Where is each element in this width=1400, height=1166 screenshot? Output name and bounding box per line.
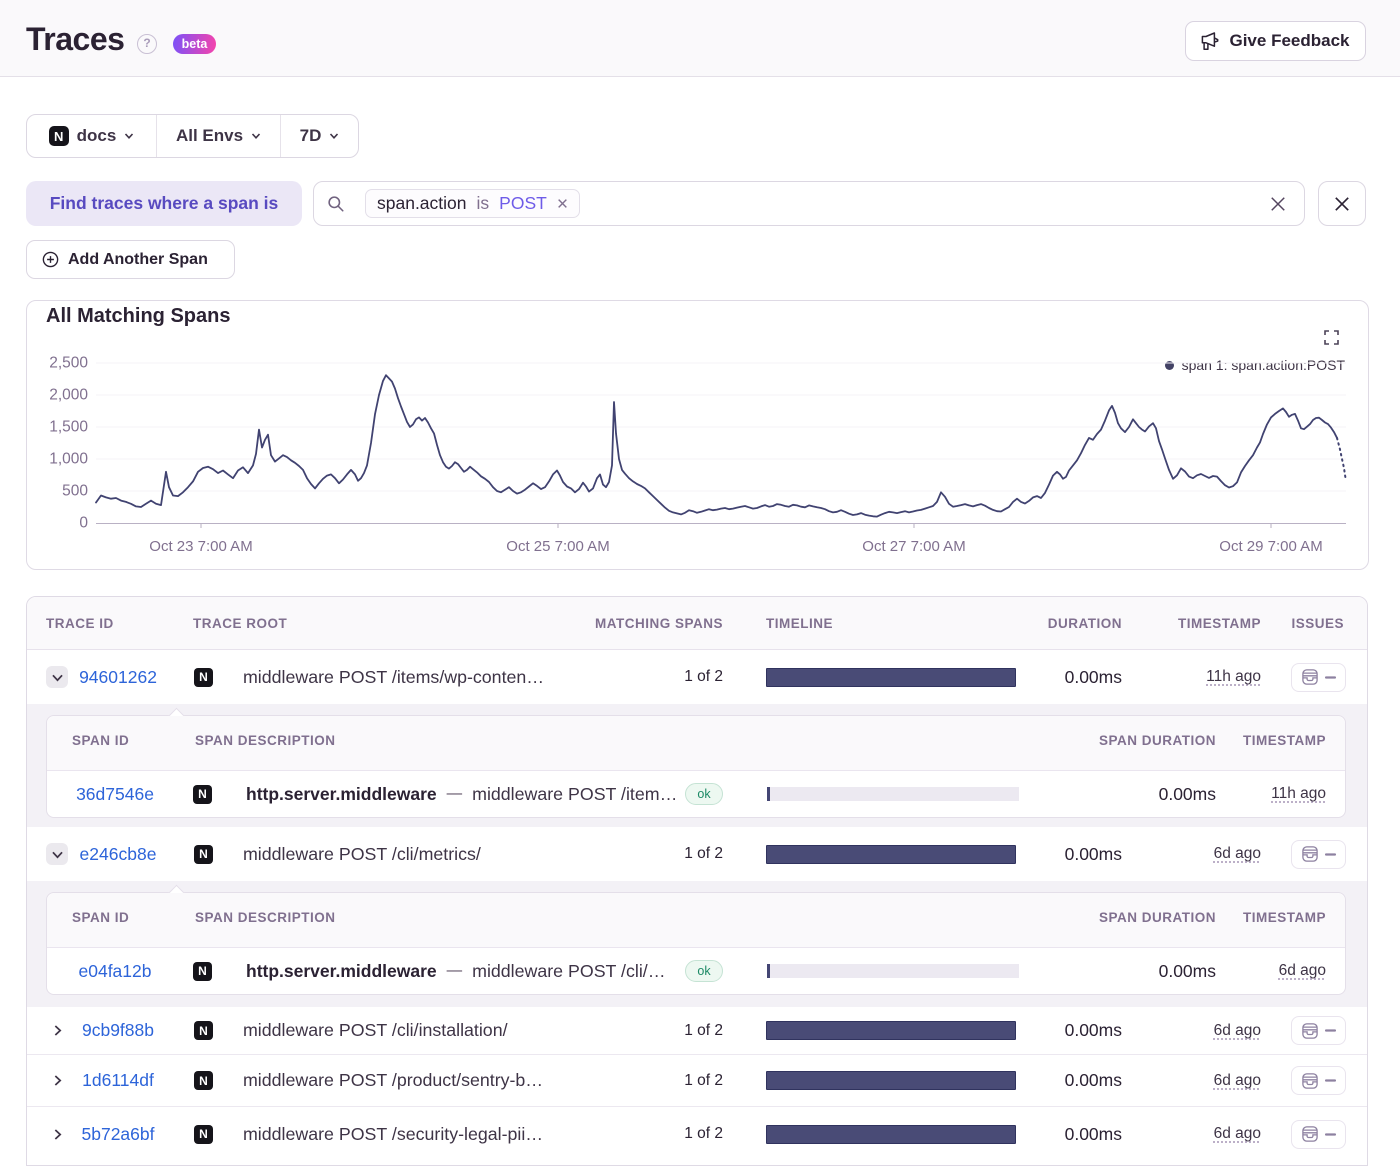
svg-text:2,000: 2,000 xyxy=(49,387,88,404)
svg-text:0: 0 xyxy=(79,515,88,532)
svg-text:Oct 27 7:00 AM: Oct 27 7:00 AM xyxy=(862,538,965,555)
svg-text:Oct 29 7:00 AM: Oct 29 7:00 AM xyxy=(1219,538,1322,555)
svg-text:1,500: 1,500 xyxy=(49,419,88,436)
svg-text:2,500: 2,500 xyxy=(49,355,88,372)
svg-text:Oct 25 7:00 AM: Oct 25 7:00 AM xyxy=(506,538,609,555)
svg-text:Oct 23 7:00 AM: Oct 23 7:00 AM xyxy=(149,538,252,555)
svg-text:1,000: 1,000 xyxy=(49,451,88,468)
svg-text:500: 500 xyxy=(62,483,88,500)
